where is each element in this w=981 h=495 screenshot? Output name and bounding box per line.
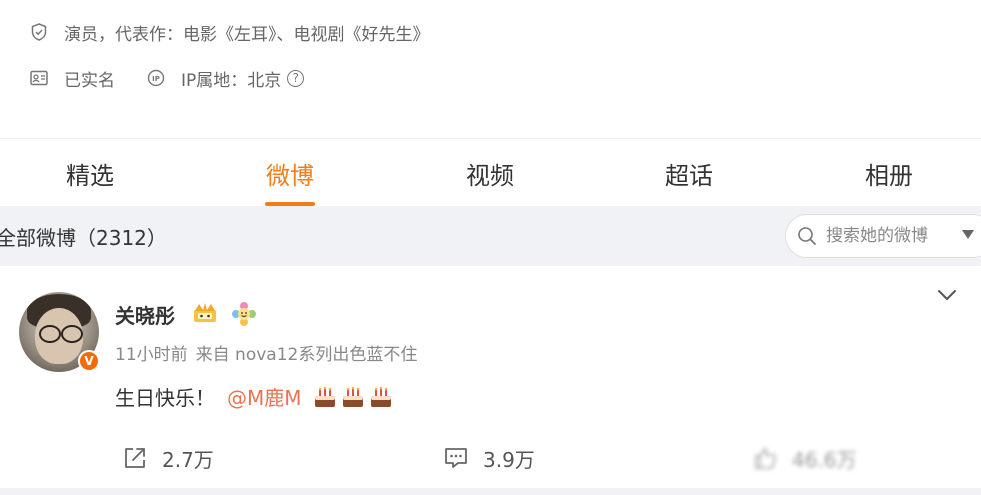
post-separator xyxy=(0,488,981,495)
profile-meta-row: 已实名 IP IP属地：北京 ? xyxy=(30,66,305,91)
filter-bar: 全部微博（2312） xyxy=(0,206,981,266)
all-posts-count: 全部微博（2312） xyxy=(0,225,167,250)
svg-text:IP: IP xyxy=(152,75,160,83)
post-actions: 2.7万 3.9万 46.6万 xyxy=(0,440,981,476)
ip-location: IP属地：北京 xyxy=(181,70,282,91)
post-text: 生日快乐！ xyxy=(115,386,215,410)
post-content: 生日快乐！ @M鹿M xyxy=(115,382,394,411)
search-icon xyxy=(798,227,816,245)
verified-badge: V xyxy=(78,350,100,372)
ip-icon: IP xyxy=(147,69,165,87)
flower-badge-icon[interactable] xyxy=(232,302,256,326)
tab-weibo[interactable]: 微博 xyxy=(266,140,314,206)
repost-icon xyxy=(125,448,145,468)
post-username[interactable]: 关晓彤 xyxy=(115,300,175,329)
like-icon xyxy=(755,448,777,469)
comment-count: 3.9万 xyxy=(483,447,535,472)
profile-description-row: 演员，代表作：电影《左耳》、电视剧《好先生》 xyxy=(30,20,430,45)
tab-video[interactable]: 视频 xyxy=(466,140,514,206)
repost-button[interactable]: 2.7万 xyxy=(122,440,214,476)
cake-icon xyxy=(370,386,391,407)
caret-down-icon[interactable] xyxy=(962,230,974,239)
repost-count: 2.7万 xyxy=(162,447,214,472)
crown-badge-icon[interactable] xyxy=(192,302,218,324)
mention-link[interactable]: @M鹿M xyxy=(227,382,302,411)
shield-icon xyxy=(30,23,48,41)
like-count: 46.6万 xyxy=(792,447,857,472)
post-time[interactable]: 11小时前 xyxy=(115,345,188,365)
weibo-profile-page: 演员，代表作：电影《左耳》、电视剧《好先生》 已实名 IP IP属地：北京 ? … xyxy=(0,0,981,495)
tab-album[interactable]: 相册 xyxy=(865,140,913,206)
post-source: 来自 nova12系列出色蓝不住 xyxy=(195,345,418,365)
comment-button[interactable]: 3.9万 xyxy=(443,440,535,476)
post-search-box[interactable] xyxy=(785,214,981,258)
cake-icon xyxy=(314,386,335,407)
post-meta: 11小时前 来自 nova12系列出色蓝不住 xyxy=(115,340,417,365)
verified-label: 已实名 xyxy=(64,70,115,91)
tab-featured[interactable]: 精选 xyxy=(66,140,114,206)
chevron-down-icon[interactable] xyxy=(936,288,958,302)
profile-tabs: 精选 微博 视频 超话 相册 xyxy=(0,140,981,206)
profile-description: 演员，代表作：电影《左耳》、电视剧《好先生》 xyxy=(64,24,430,45)
cake-icon xyxy=(342,386,363,407)
help-icon[interactable]: ? xyxy=(287,69,305,87)
id-card-icon xyxy=(30,69,48,87)
search-input[interactable] xyxy=(826,226,946,246)
section-divider xyxy=(0,138,981,139)
comment-icon xyxy=(445,448,467,468)
like-button[interactable]: 46.6万 xyxy=(752,440,857,476)
tab-super-topic[interactable]: 超话 xyxy=(665,140,713,206)
